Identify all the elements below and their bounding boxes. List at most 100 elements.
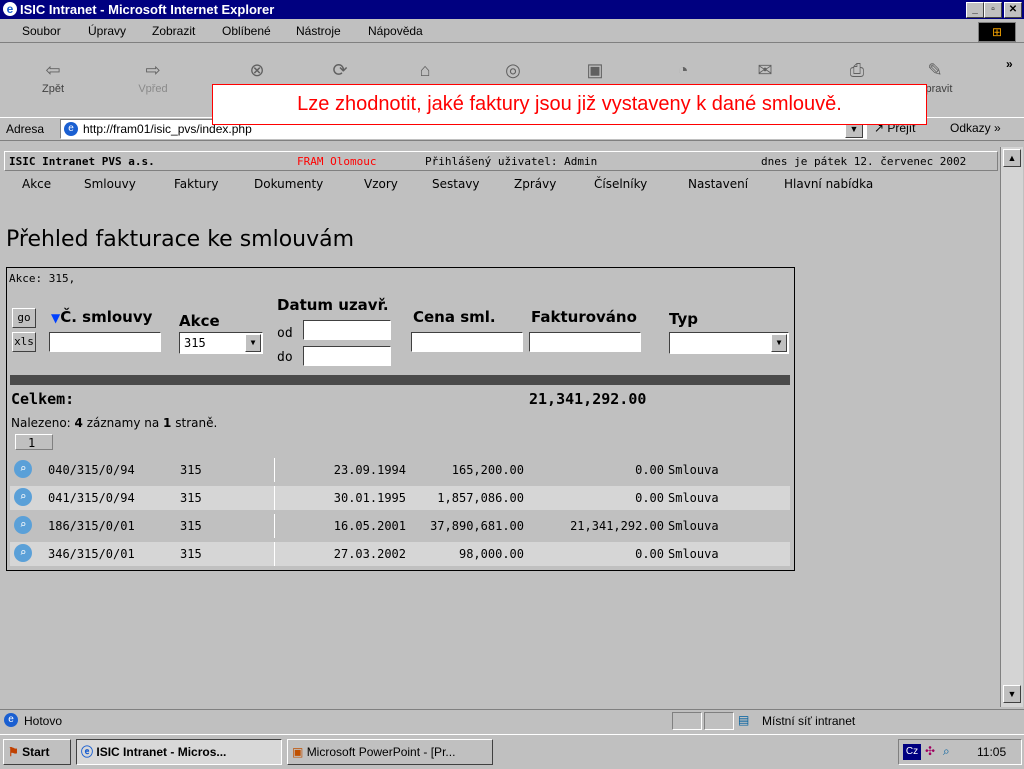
powerpoint-task-icon: ▣ xyxy=(292,745,304,759)
nav-hlavni-nabidka[interactable]: Hlavní nabídka xyxy=(784,177,873,191)
status-panel xyxy=(704,712,734,730)
magnifier-icon[interactable]: ⌕ xyxy=(14,460,32,478)
nav-dokumenty[interactable]: Dokumenty xyxy=(254,177,323,191)
date-from-input[interactable] xyxy=(303,320,391,340)
go-filter-button[interactable]: go xyxy=(12,308,36,328)
menu-upravy[interactable]: Úpravy xyxy=(88,24,126,38)
close-button[interactable]: ✕ xyxy=(1004,2,1022,18)
search-tray-icon[interactable]: ⌕ xyxy=(943,744,950,759)
cell-date: 27.03.2002 xyxy=(333,547,406,561)
cell-akce: 315 xyxy=(180,491,202,505)
magnifier-icon[interactable]: ⌕ xyxy=(14,544,32,562)
search-icon: ◎ xyxy=(505,60,521,80)
cell-invoiced: 0.00 xyxy=(635,547,664,561)
nav-zpravy[interactable]: Zprávy xyxy=(514,177,556,191)
menu-soubor[interactable]: Soubor xyxy=(22,24,61,38)
header-divider xyxy=(10,375,790,385)
forward-button[interactable]: ⇨ Vpřed xyxy=(118,43,188,109)
page-icon: e xyxy=(64,122,78,136)
window-title: ISIC Intranet - Microsoft Internet Explo… xyxy=(20,2,275,17)
scroll-up-icon[interactable]: ▲ xyxy=(1003,149,1021,167)
task-powerpoint-button[interactable]: ▣ Microsoft PowerPoint - [Pr... xyxy=(287,739,493,765)
nav-akce[interactable]: Akce xyxy=(22,177,51,191)
contract-filter-input[interactable] xyxy=(49,332,161,352)
network-tray-icon[interactable]: ✣ xyxy=(925,744,935,758)
nav-vzory[interactable]: Vzory xyxy=(364,177,398,191)
organization-name: FRAM Olomouc xyxy=(297,155,377,168)
page-number-button[interactable]: 1 xyxy=(15,434,53,450)
type-filter-select[interactable]: ▼ xyxy=(669,332,789,354)
xls-export-button[interactable]: xls xyxy=(12,332,36,352)
start-button[interactable]: ⚑ Start xyxy=(3,739,71,765)
menu-oblibene[interactable]: Oblíbené xyxy=(222,24,271,38)
magnifier-icon[interactable]: ⌕ xyxy=(14,488,32,506)
date-to-input[interactable] xyxy=(303,346,391,366)
ie-icon: e xyxy=(3,2,17,16)
logged-user: Přihlášený uživatel: Admin xyxy=(425,155,598,168)
current-date: dnes je pátek 12. červenec 2002 xyxy=(761,155,967,168)
invoiced-column-header[interactable]: Fakturováno xyxy=(531,308,637,326)
task-ie-button[interactable]: ⓔ ISIC Intranet - Micros... xyxy=(76,739,282,765)
price-filter-input[interactable] xyxy=(411,332,523,352)
filter-info: Akce: 315, xyxy=(9,272,76,285)
nav-ciselniky[interactable]: Číselníky xyxy=(594,177,647,191)
cell-price: 98,000.00 xyxy=(458,547,524,561)
cell-akce: 315 xyxy=(180,519,202,533)
company-name: ISIC Intranet PVS a.s. xyxy=(9,155,155,168)
type-column-header[interactable]: Typ xyxy=(669,310,698,328)
cell-invoiced: 0.00 xyxy=(635,463,664,477)
cell-type: Smlouva xyxy=(668,519,719,533)
nav-smlouvy[interactable]: Smlouvy xyxy=(84,177,136,191)
nav-nastaveni[interactable]: Nastavení xyxy=(688,177,748,191)
cell-date: 16.05.2001 xyxy=(333,519,406,533)
toolbar-overflow-icon[interactable]: » xyxy=(1006,57,1013,71)
contract-link[interactable]: 186/315/0/01 xyxy=(48,519,135,533)
cell-price: 37,890,681.00 xyxy=(430,519,524,533)
refresh-icon: ⟳ xyxy=(332,60,348,80)
address-label: Adresa xyxy=(6,122,45,136)
akce-filter-select[interactable]: 315 ▼ xyxy=(179,332,263,354)
vertical-scrollbar[interactable]: ▲ ▼ xyxy=(1000,147,1023,707)
contract-column-header[interactable]: ▼Č. smlouvy xyxy=(51,308,152,326)
menu-nastroje[interactable]: Nástroje xyxy=(296,24,341,38)
invoiced-filter-input[interactable] xyxy=(529,332,641,352)
menu-bar: Soubor Úpravy Zobrazit Oblíbené Nástroje… xyxy=(0,20,1024,43)
price-column-header[interactable]: Cena sml. xyxy=(413,308,496,326)
links-button[interactable]: Odkazy » xyxy=(950,121,1001,135)
security-zone: Místní síť intranet xyxy=(762,714,856,728)
clock[interactable]: 11:05 xyxy=(977,745,1006,759)
language-indicator[interactable]: Cz xyxy=(903,744,921,760)
minimize-button[interactable]: _ xyxy=(966,2,984,18)
history-icon: ◔ xyxy=(677,60,689,80)
intranet-zone-icon: ▤ xyxy=(738,713,750,727)
contract-link[interactable]: 041/315/0/94 xyxy=(48,491,135,505)
cell-date: 23.09.1994 xyxy=(333,463,406,477)
window-title-bar: e ISIC Intranet - Microsoft Internet Exp… xyxy=(0,0,1024,19)
contract-link[interactable]: 040/315/0/94 xyxy=(48,463,135,477)
scroll-down-icon[interactable]: ▼ xyxy=(1003,685,1021,703)
mail-icon: ✉ xyxy=(757,60,773,80)
column-separator xyxy=(274,542,275,566)
status-panel xyxy=(672,712,702,730)
contract-link[interactable]: 346/315/0/01 xyxy=(48,547,135,561)
cell-price: 165,200.00 xyxy=(451,463,524,477)
column-separator xyxy=(274,514,275,538)
menu-zobrazit[interactable]: Zobrazit xyxy=(152,24,195,38)
nav-faktury[interactable]: Faktury xyxy=(174,177,218,191)
back-button[interactable]: ⇦ Zpět xyxy=(18,43,88,109)
magnifier-icon[interactable]: ⌕ xyxy=(14,516,32,534)
forward-arrow-icon: ⇨ xyxy=(145,60,161,80)
main-nav: Akce Smlouvy Faktury Dokumenty Vzory Ses… xyxy=(4,173,996,195)
nav-sestavy[interactable]: Sestavy xyxy=(432,177,480,191)
menu-napoveda[interactable]: Nápověda xyxy=(368,24,423,38)
cell-date: 30.01.1995 xyxy=(333,491,406,505)
date-column-header[interactable]: Datum uzavř. xyxy=(277,296,389,314)
ie-status-icon: e xyxy=(4,713,18,727)
akce-column-header[interactable]: Akce xyxy=(179,312,220,330)
date-to-label: do xyxy=(277,350,293,365)
maximize-button[interactable]: ▫ xyxy=(984,2,1002,18)
cell-price: 1,857,086.00 xyxy=(437,491,524,505)
table-row: ⌕ 346/315/0/01 315 27.03.2002 98,000.00 … xyxy=(10,542,790,566)
taskbar: ⚑ Start ⓔ ISIC Intranet - Micros... ▣ Mi… xyxy=(0,734,1024,769)
table-row: ⌕ 041/315/0/94 315 30.01.1995 1,857,086.… xyxy=(10,486,790,510)
